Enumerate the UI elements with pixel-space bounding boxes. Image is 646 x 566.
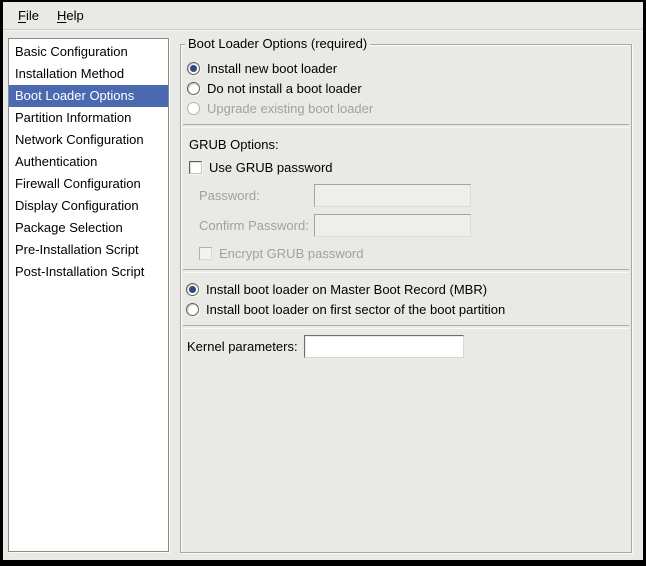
sidebar-item-pre-installation-script[interactable]: Pre-Installation Script: [9, 239, 168, 261]
sidebar-item-post-installation-script[interactable]: Post-Installation Script: [9, 261, 168, 283]
kernel-parameters-input[interactable]: [304, 335, 464, 358]
install-new-boot-loader-label: Install new boot loader: [207, 61, 337, 76]
sidebar-item-display-configuration[interactable]: Display Configuration: [9, 195, 168, 217]
kernel-parameters-label: Kernel parameters:: [187, 339, 304, 354]
do-not-install-label: Do not install a boot loader: [207, 81, 362, 96]
encrypt-grub-password-checkbox: [199, 247, 212, 260]
password-label: Password:: [199, 188, 314, 203]
confirm-password-label: Confirm Password:: [199, 218, 314, 233]
sidebar-item-boot-loader-options[interactable]: Boot Loader Options: [9, 85, 168, 107]
confirm-password-input: [314, 214, 471, 237]
application-window: { "menu_bar": { "items": [ { "mnemonic":…: [0, 0, 646, 566]
install-on-mbr-label: Install boot loader on Master Boot Recor…: [206, 282, 487, 297]
sidebar-item-network-configuration[interactable]: Network Configuration: [9, 129, 168, 151]
file-menu-label-rest: ile: [26, 8, 39, 23]
help-menu-label-rest: elp: [66, 8, 83, 23]
radio-row-install-new-boot-loader[interactable]: Install new boot loader: [187, 58, 631, 78]
frame-title: Boot Loader Options (required): [185, 36, 370, 52]
radio-row-upgrade-existing: Upgrade existing boot loader: [187, 98, 631, 118]
install-on-mbr-radio[interactable]: [186, 283, 199, 296]
upgrade-existing-radio: [187, 102, 200, 115]
sidebar-item-installation-method[interactable]: Installation Method: [9, 63, 168, 85]
radio-row-do-not-install[interactable]: Do not install a boot loader: [187, 78, 631, 98]
grub-options-heading: GRUB Options:: [189, 137, 279, 152]
sidebar-item-firewall-configuration[interactable]: Firewall Configuration: [9, 173, 168, 195]
use-grub-password-checkbox[interactable]: [189, 161, 202, 174]
separator: [183, 269, 629, 273]
encrypt-grub-password-label: Encrypt GRUB password: [219, 246, 364, 261]
install-on-first-sector-label: Install boot loader on first sector of t…: [206, 302, 505, 317]
boot-loader-options-frame: Boot Loader Options (required) Install n…: [180, 44, 632, 553]
sidebar-item-authentication[interactable]: Authentication: [9, 151, 168, 173]
file-menu-mnemonic: F: [18, 8, 26, 23]
install-new-boot-loader-radio[interactable]: [187, 62, 200, 75]
category-list: Basic Configuration Installation Method …: [8, 38, 169, 552]
use-grub-password-label: Use GRUB password: [209, 160, 333, 175]
radio-row-install-on-mbr[interactable]: Install boot loader on Master Boot Recor…: [186, 279, 631, 299]
sidebar-item-package-selection[interactable]: Package Selection: [9, 217, 168, 239]
sidebar-item-partition-information[interactable]: Partition Information: [9, 107, 168, 129]
help-menu-mnemonic: H: [57, 8, 66, 23]
confirm-password-field-row: Confirm Password:: [199, 214, 631, 237]
password-input: [314, 184, 471, 207]
checkbox-row-use-grub-password[interactable]: Use GRUB password: [189, 157, 631, 177]
checkbox-row-encrypt-grub-password: Encrypt GRUB password: [199, 243, 631, 263]
sidebar-item-basic-configuration[interactable]: Basic Configuration: [9, 41, 168, 63]
menu-bar: File Help: [3, 2, 643, 30]
menu-item-help[interactable]: Help: [48, 5, 93, 26]
separator: [183, 325, 629, 329]
password-field-row: Password:: [199, 184, 631, 207]
separator: [183, 124, 629, 128]
do-not-install-radio[interactable]: [187, 82, 200, 95]
install-on-first-sector-radio[interactable]: [186, 303, 199, 316]
menu-item-file[interactable]: File: [9, 5, 48, 26]
kickstart-configurator-window: File Help Basic Configuration Installati…: [3, 2, 643, 560]
upgrade-existing-label: Upgrade existing boot loader: [207, 101, 373, 116]
kernel-parameters-row: Kernel parameters:: [187, 335, 631, 358]
radio-row-install-on-first-sector[interactable]: Install boot loader on first sector of t…: [186, 299, 631, 319]
